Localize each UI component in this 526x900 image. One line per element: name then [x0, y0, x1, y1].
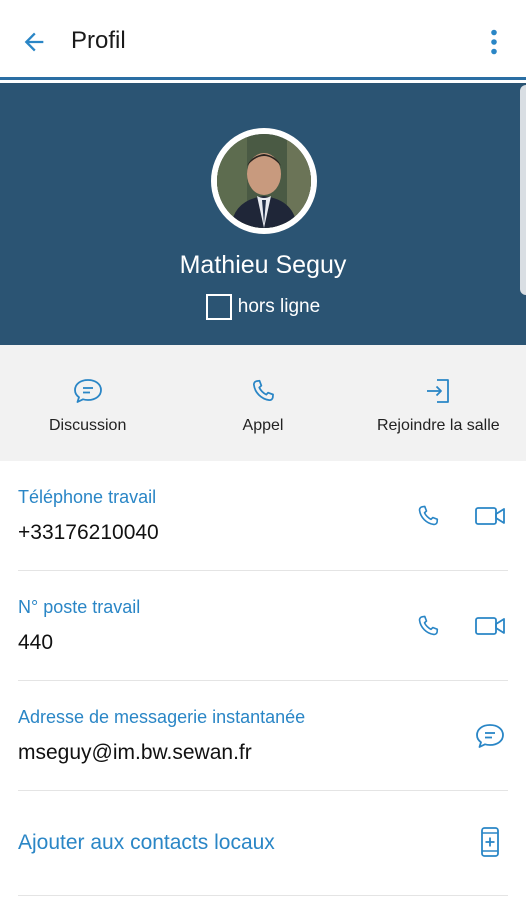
video-camera-icon	[475, 617, 505, 635]
more-options-button[interactable]	[476, 24, 512, 60]
work-extension-call-button[interactable]	[410, 611, 446, 641]
avatar-photo	[217, 134, 311, 228]
work-phone-call-button[interactable]	[410, 501, 446, 531]
action-bar: Discussion Appel Rejoindre la salle	[0, 345, 526, 461]
im-address-label: Adresse de messagerie instantanée	[18, 707, 306, 727]
app-bar: Profil	[0, 0, 526, 80]
add-contact-button[interactable]	[472, 827, 508, 857]
im-address-row: Adresse de messagerie instantanée mseguy…	[18, 681, 508, 791]
im-chat-button[interactable]	[472, 721, 508, 751]
call-label: Appel	[242, 417, 284, 434]
back-button[interactable]	[16, 24, 52, 60]
join-room-button[interactable]: Rejoindre la salle	[351, 345, 526, 461]
phone-icon	[418, 615, 439, 636]
phone-add-icon	[481, 827, 499, 857]
more-vertical-icon	[491, 29, 497, 55]
status-checkbox[interactable]	[205, 294, 232, 320]
im-address-value[interactable]: mseguy@im.bw.sewan.fr	[18, 741, 252, 765]
work-extension-label: N° poste travail	[18, 597, 141, 617]
chat-icon	[476, 724, 504, 748]
profile-name: Mathieu Seguy	[179, 251, 347, 279]
work-phone-row: Téléphone travail +33176210040	[18, 461, 508, 571]
arrow-left-icon	[24, 32, 44, 52]
phone-icon	[418, 505, 439, 526]
join-room-label: Rejoindre la salle	[376, 417, 500, 434]
page-title: Profil	[71, 27, 126, 54]
discussion-button[interactable]: Discussion	[0, 345, 175, 461]
work-extension-video-button[interactable]	[472, 611, 508, 641]
work-phone-label: Téléphone travail	[18, 487, 157, 507]
work-phone-video-button[interactable]	[472, 501, 508, 531]
join-room-icon	[427, 379, 450, 403]
add-contact-row[interactable]: Ajouter aux contacts locaux	[18, 791, 508, 896]
work-extension-value[interactable]: 440	[18, 631, 53, 655]
chat-icon	[73, 379, 102, 403]
add-contact-link[interactable]: Ajouter aux contacts locaux	[18, 831, 275, 855]
discussion-label: Discussion	[48, 417, 127, 434]
work-extension-row: N° poste travail 440	[18, 571, 508, 681]
call-button[interactable]: Appel	[175, 345, 350, 461]
contact-details: Téléphone travail +33176210040 N° poste …	[0, 461, 526, 896]
work-phone-value[interactable]: +33176210040	[18, 521, 159, 545]
profile-header: Mathieu Seguy hors ligne	[0, 83, 526, 345]
presence-status: hors ligne	[0, 294, 526, 320]
edge-handle	[520, 85, 526, 295]
phone-icon	[252, 379, 274, 401]
person-photo-icon	[217, 134, 311, 228]
status-label: hors ligne	[237, 296, 321, 317]
avatar	[211, 128, 317, 234]
video-camera-icon	[475, 507, 505, 525]
